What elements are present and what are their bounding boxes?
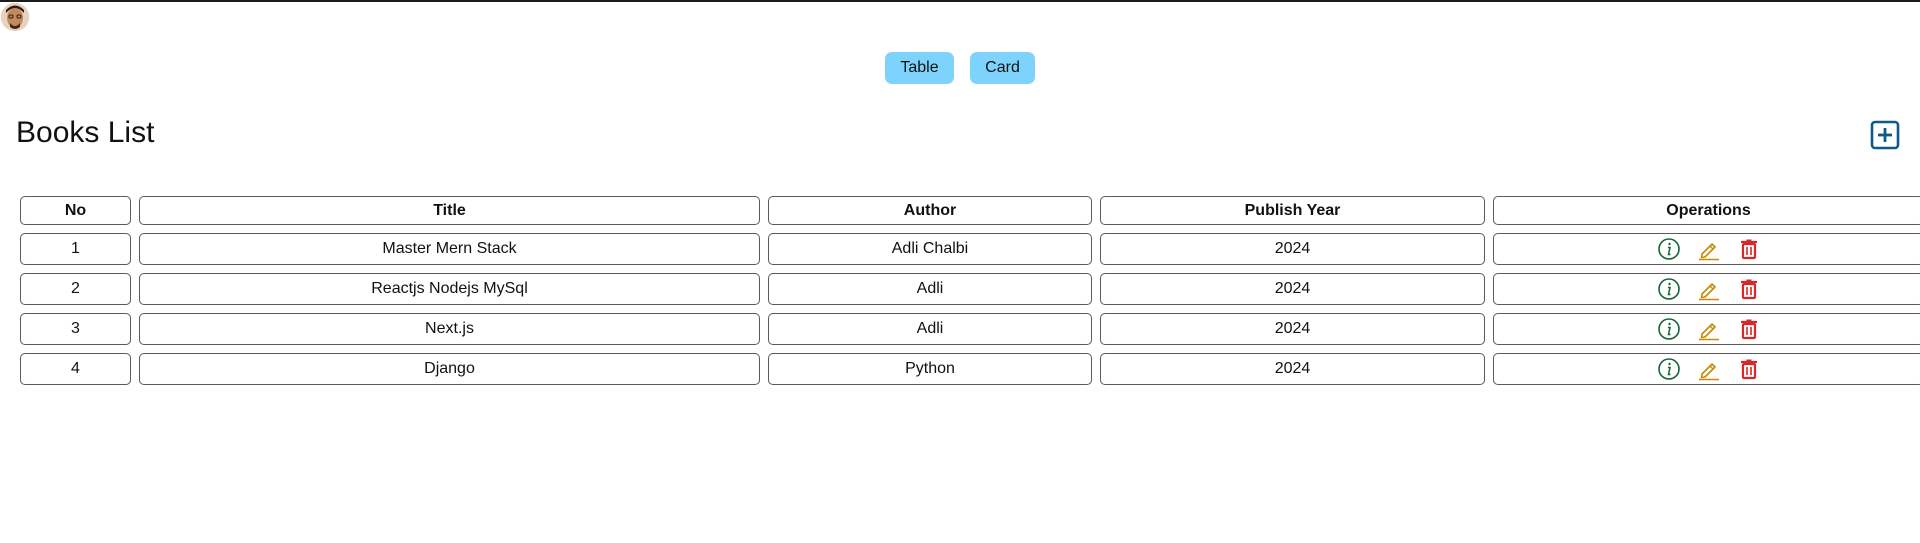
cell-no: 2 <box>20 273 131 305</box>
cell-no: 4 <box>20 353 131 385</box>
header-title: Title <box>139 196 760 225</box>
cell-title: Django <box>139 353 760 385</box>
pencil-icon[interactable] <box>1697 237 1721 261</box>
cell-no: 1 <box>20 233 131 265</box>
books-table: No Title Author Publish Year Operations … <box>12 188 1920 393</box>
cell-author: Adli Chalbi <box>768 233 1092 265</box>
info-circle-icon[interactable] <box>1657 317 1681 341</box>
avatar[interactable] <box>1 3 29 31</box>
table-row: 4 Django Python 2024 <box>20 353 1920 385</box>
view-toggle: Table Card <box>0 52 1920 84</box>
header-author: Author <box>768 196 1092 225</box>
cell-year: 2024 <box>1100 233 1485 265</box>
cell-year: 2024 <box>1100 313 1485 345</box>
page-title: Books List <box>16 116 155 149</box>
table-view-button[interactable]: Table <box>885 52 954 84</box>
info-circle-icon[interactable] <box>1657 357 1681 381</box>
cell-year: 2024 <box>1100 273 1485 305</box>
pencil-icon[interactable] <box>1697 317 1721 341</box>
cell-operations <box>1493 313 1920 345</box>
cell-author: Adli <box>768 273 1092 305</box>
header-publish-year: Publish Year <box>1100 196 1485 225</box>
cell-no: 3 <box>20 313 131 345</box>
add-book-button[interactable] <box>1870 120 1900 150</box>
info-circle-icon[interactable] <box>1657 237 1681 261</box>
plus-square-icon <box>1870 120 1900 150</box>
table-row: 1 Master Mern Stack Adli Chalbi 2024 <box>20 233 1920 265</box>
trash-icon[interactable] <box>1737 317 1761 341</box>
cell-title: Master Mern Stack <box>139 233 760 265</box>
header-operations: Operations <box>1493 196 1920 225</box>
cell-operations <box>1493 233 1920 265</box>
trash-icon[interactable] <box>1737 237 1761 261</box>
pencil-icon[interactable] <box>1697 357 1721 381</box>
trash-icon[interactable] <box>1737 277 1761 301</box>
cell-author: Adli <box>768 313 1092 345</box>
table-row: 2 Reactjs Nodejs MySql Adli 2024 <box>20 273 1920 305</box>
card-view-button[interactable]: Card <box>970 52 1035 84</box>
pencil-icon[interactable] <box>1697 277 1721 301</box>
top-border <box>0 0 1920 2</box>
table-row: 3 Next.js Adli 2024 <box>20 313 1920 345</box>
cell-operations <box>1493 353 1920 385</box>
cell-author: Python <box>768 353 1092 385</box>
info-circle-icon[interactable] <box>1657 277 1681 301</box>
trash-icon[interactable] <box>1737 357 1761 381</box>
cell-title: Reactjs Nodejs MySql <box>139 273 760 305</box>
header-no: No <box>20 196 131 225</box>
user-avatar-icon <box>1 3 29 31</box>
cell-operations <box>1493 273 1920 305</box>
table-header-row: No Title Author Publish Year Operations <box>20 196 1920 225</box>
cell-title: Next.js <box>139 313 760 345</box>
cell-year: 2024 <box>1100 353 1485 385</box>
